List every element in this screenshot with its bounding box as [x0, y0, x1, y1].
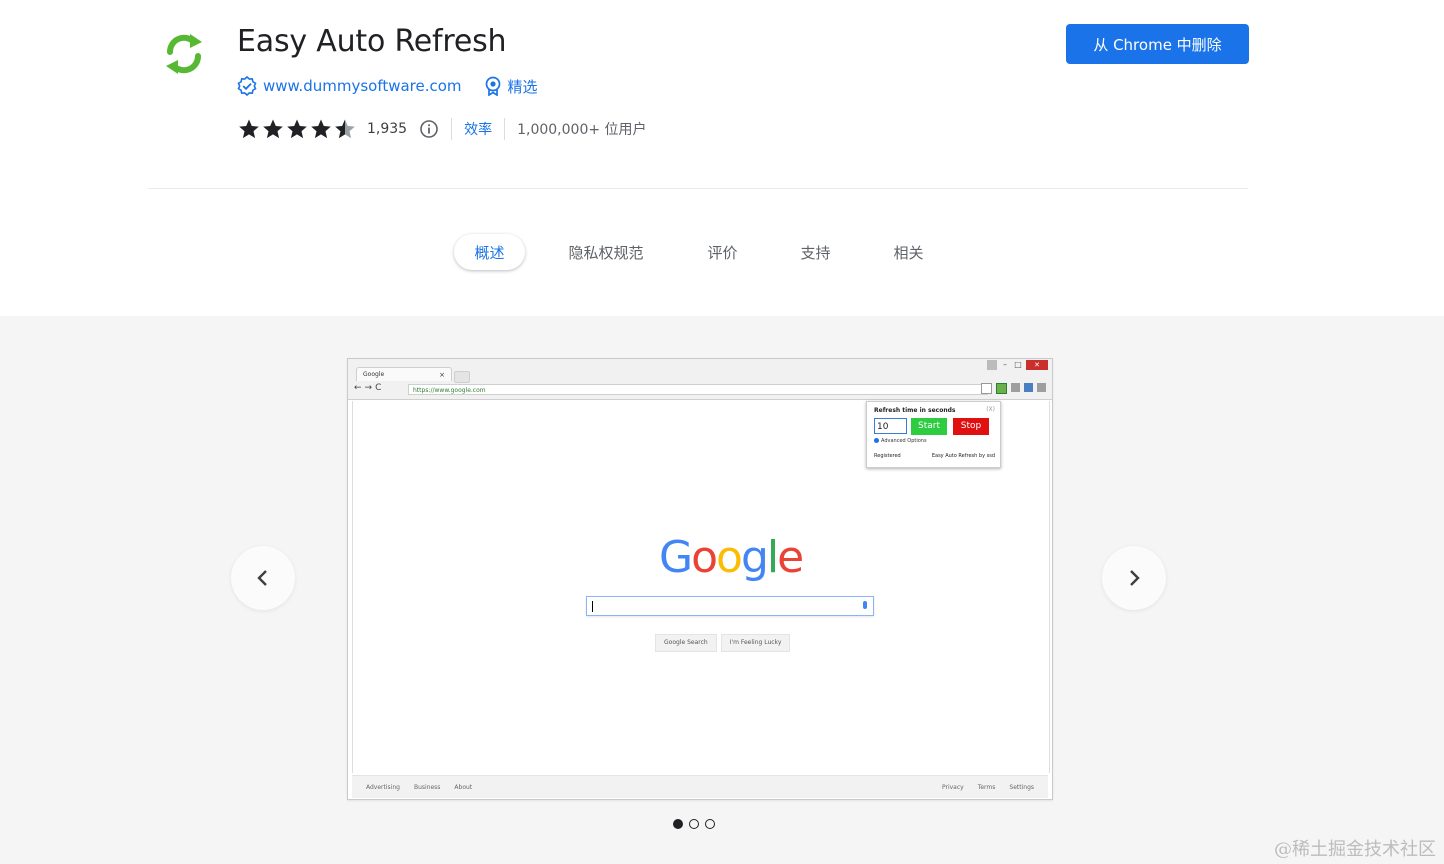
extension-icon: [1024, 383, 1033, 392]
footer-link: Advertising: [366, 784, 400, 791]
browser-nav-icons: ←→C: [354, 383, 385, 393]
tab-privacy[interactable]: 隐私权规范: [567, 234, 645, 270]
advanced-options-link: Advanced Options: [874, 438, 927, 444]
tab-support[interactable]: 支持: [800, 234, 831, 270]
close-icon: ×: [439, 371, 445, 379]
footer-link: Business: [413, 784, 441, 791]
chevron-right-icon: [1130, 570, 1140, 586]
credit-label: Easy Auto Refresh by ssd: [931, 453, 995, 459]
star-full-icon: [263, 119, 283, 139]
divider: [451, 118, 453, 140]
detail-tabs: 概述 隐私权规范 评价 支持 相关: [454, 234, 924, 270]
browser-tab-title: Google: [363, 371, 385, 378]
popup-close: (X): [986, 406, 995, 413]
google-search-buttons: Google Search I'm Feeling Lucky: [655, 634, 791, 652]
feeling-lucky-button: I'm Feeling Lucky: [720, 634, 791, 652]
stop-button: Stop: [953, 418, 989, 435]
chevron-left-icon: [257, 570, 267, 586]
verified-badge-icon: [237, 76, 257, 96]
registered-label: Registered: [874, 453, 901, 459]
star-full-icon: [239, 119, 259, 139]
featured-label[interactable]: 精选: [508, 76, 538, 97]
remove-from-chrome-button[interactable]: 从 Chrome 中删除: [1066, 24, 1249, 64]
extension-title: Easy Auto Refresh: [237, 24, 507, 59]
extension-popup: Refresh time in seconds (X) 10 Start Sto…: [866, 401, 1001, 468]
divider: [504, 118, 506, 140]
publisher-row: www.dummysoftware.com 精选: [237, 75, 538, 97]
extension-icon: [996, 383, 1007, 394]
featured-badge-icon: [485, 76, 500, 96]
bookmark-star-icon: [981, 383, 992, 394]
google-footer: Advertising Business About Privacy Terms…: [352, 775, 1048, 798]
popup-title: Refresh time in seconds: [874, 407, 956, 414]
user-icon: [987, 360, 997, 370]
browser-toolbar-icons: [981, 383, 1046, 394]
extension-header: Easy Auto Refresh www.dummysoftware.com …: [0, 0, 1444, 316]
google-search-box: [586, 596, 874, 616]
tab-related[interactable]: 相关: [893, 234, 924, 270]
address-bar: https://www.google.com: [408, 384, 988, 395]
footer-link: Privacy: [941, 784, 964, 791]
tab-reviews[interactable]: 评价: [707, 234, 738, 270]
user-count: 1,000,000+ 位用户: [517, 122, 647, 138]
tab-overview[interactable]: 概述: [454, 234, 525, 270]
carousel-dot[interactable]: [705, 819, 715, 829]
star-half-icon: [335, 119, 355, 139]
star-full-icon: [311, 119, 331, 139]
footer-link: Terms: [977, 784, 996, 791]
screenshot-gallery: Google × – □ ✕ ←→C https://www.google.co…: [0, 316, 1444, 864]
google-logo: Google: [659, 532, 804, 583]
menu-icon: [1037, 383, 1046, 392]
category-link[interactable]: 效率: [464, 119, 492, 139]
minimize-icon: –: [1003, 360, 1007, 369]
carousel-dots: [673, 819, 715, 829]
close-icon: ✕: [1026, 360, 1048, 370]
new-tab-icon: [454, 371, 470, 383]
publisher-website-link[interactable]: www.dummysoftware.com: [263, 77, 462, 95]
footer-link: About: [454, 784, 473, 791]
microphone-icon: [863, 601, 867, 609]
seconds-input: 10: [874, 418, 907, 434]
header-divider: [148, 188, 1248, 189]
cast-icon: [1011, 383, 1020, 392]
browser-tab: Google ×: [356, 367, 452, 381]
previous-slide-button[interactable]: [231, 546, 295, 610]
footer-link: Settings: [1009, 784, 1034, 791]
screenshot-image: Google × – □ ✕ ←→C https://www.google.co…: [347, 358, 1053, 800]
star-rating: [237, 117, 357, 141]
browser-chrome: Google × – □ ✕ ←→C https://www.google.co…: [348, 359, 1052, 400]
text-caret: [592, 601, 593, 612]
rating-row: 1,935 效率 1,000,000+ 位用户: [237, 117, 647, 141]
next-slide-button[interactable]: [1102, 546, 1166, 610]
star-full-icon: [287, 119, 307, 139]
carousel-dot[interactable]: [689, 819, 699, 829]
start-button: Start: [911, 418, 947, 435]
watermark: @稀土掘金技术社区: [1274, 839, 1436, 860]
rating-count[interactable]: 1,935: [367, 121, 407, 137]
refresh-arrows-icon: [166, 34, 202, 74]
window-controls: – □ ✕: [987, 360, 1048, 370]
carousel-dot[interactable]: [673, 819, 683, 829]
info-icon[interactable]: [419, 119, 439, 139]
maximize-icon: □: [1014, 360, 1022, 369]
google-search-button: Google Search: [655, 634, 717, 652]
